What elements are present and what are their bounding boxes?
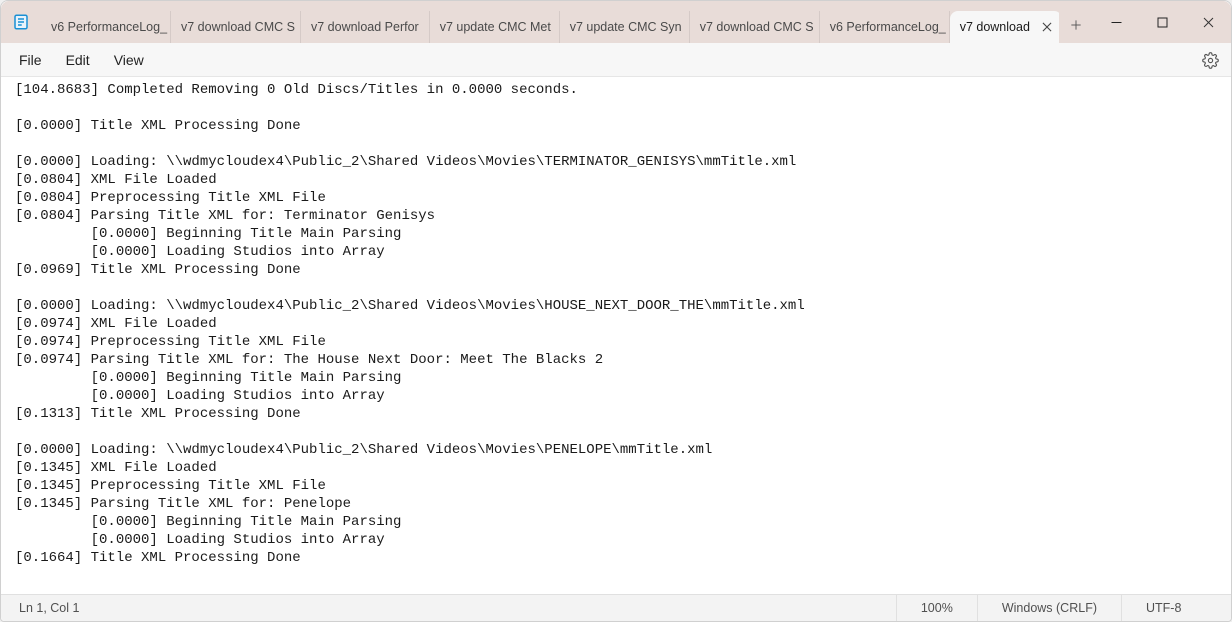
tab-label: v7 update CMC Met <box>440 20 551 34</box>
tabs-row: v6 PerformanceLog_ v7 download CMC S v7 do… <box>41 1 1059 43</box>
new-tab-button[interactable] <box>1059 7 1093 43</box>
tab-label: v7 download Perfor <box>311 20 419 34</box>
app-icon <box>1 1 41 43</box>
tab-close-button[interactable] <box>1036 16 1058 38</box>
tab-label: v6 PerformanceLog_ <box>830 20 946 34</box>
tab[interactable]: v7 update CMC Syn <box>560 11 690 43</box>
tab[interactable]: v7 download Perfor <box>301 11 430 43</box>
tab[interactable]: v7 download CMC S <box>171 11 301 43</box>
window-controls <box>1093 1 1231 43</box>
log-text[interactable]: [104.8683] Completed Removing 0 Old Disc… <box>15 81 1217 567</box>
tab-label: v6 PerformanceLog_ <box>51 20 167 34</box>
close-icon <box>1042 22 1052 32</box>
tab[interactable]: v6 PerformanceLog_ <box>820 11 950 43</box>
status-bar: Ln 1, Col 1 100% Windows (CRLF) UTF-8 <box>1 594 1231 621</box>
menu-bar: File Edit View <box>1 43 1231 77</box>
menu-file[interactable]: File <box>7 47 54 73</box>
notepad-window: v6 PerformanceLog_ v7 download CMC S v7 do… <box>0 0 1232 622</box>
minimize-icon <box>1111 17 1122 28</box>
text-area[interactable]: [104.8683] Completed Removing 0 Old Disc… <box>1 77 1231 594</box>
tab-label: v7 download CMC S <box>700 20 814 34</box>
tab-label: v7 download <box>960 20 1030 34</box>
status-encoding[interactable]: UTF-8 <box>1121 595 1231 621</box>
minimize-button[interactable] <box>1093 2 1139 42</box>
plus-icon <box>1069 18 1083 32</box>
maximize-icon <box>1157 17 1168 28</box>
status-zoom[interactable]: 100% <box>896 595 977 621</box>
close-icon <box>1203 17 1214 28</box>
title-bar: v6 PerformanceLog_ v7 download CMC S v7 do… <box>1 1 1231 43</box>
menu-edit[interactable]: Edit <box>54 47 102 73</box>
tab[interactable]: v7 download CMC S <box>690 11 820 43</box>
settings-button[interactable] <box>1197 47 1223 73</box>
gear-icon <box>1202 52 1219 69</box>
tab-label: v7 update CMC Syn <box>570 20 682 34</box>
close-window-button[interactable] <box>1185 2 1231 42</box>
tab[interactable]: v6 PerformanceLog_ <box>41 11 171 43</box>
tab[interactable]: v7 download <box>950 11 1059 43</box>
maximize-button[interactable] <box>1139 2 1185 42</box>
status-cursor: Ln 1, Col 1 <box>1 601 896 615</box>
status-eol[interactable]: Windows (CRLF) <box>977 595 1121 621</box>
tab[interactable]: v7 update CMC Met <box>430 11 560 43</box>
tab-label: v7 download CMC S <box>181 20 295 34</box>
menu-view[interactable]: View <box>102 47 156 73</box>
